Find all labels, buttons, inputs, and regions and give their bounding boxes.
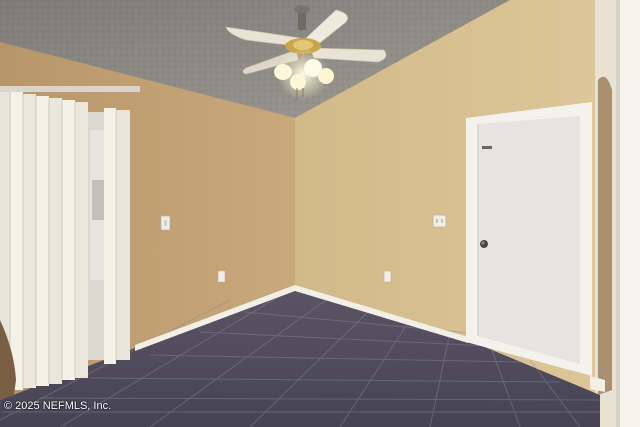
room-scene [0, 0, 640, 427]
light-switch-icon[interactable] [432, 214, 447, 228]
light-switch-icon[interactable] [160, 215, 171, 231]
copyright-watermark: © 2025 NEFMLS, Inc. [4, 400, 112, 412]
vertical-blinds[interactable] [0, 86, 140, 392]
electrical-outlet-icon [217, 270, 226, 283]
electrical-outlet-icon [383, 270, 392, 283]
right-doorway-frame [595, 0, 640, 427]
door-knob-icon[interactable] [480, 240, 488, 248]
interior-door[interactable] [466, 102, 592, 376]
